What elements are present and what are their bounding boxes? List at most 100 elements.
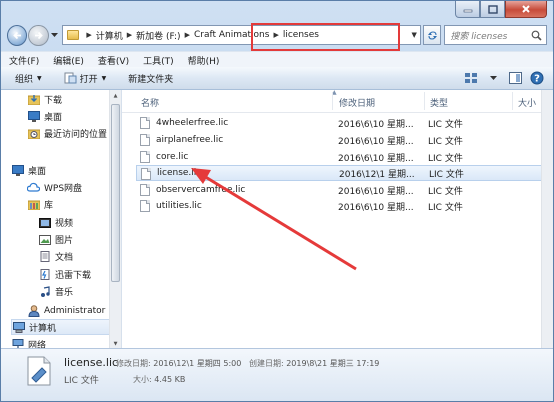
organize-label: 组织 xyxy=(15,74,34,85)
search-input[interactable]: 搜索 licenses xyxy=(444,25,547,45)
file-type: LIC 文件 xyxy=(429,169,464,180)
nav-item-label: 文档 xyxy=(55,252,74,263)
refresh-button[interactable] xyxy=(422,25,442,45)
open-button[interactable]: 打开 ▼ xyxy=(64,72,106,85)
back-button[interactable] xyxy=(7,24,28,46)
explorer-window: ▶ 计算机 ▶ 新加卷 (F:) ▶ Craft Animations ▶ li… xyxy=(0,0,554,402)
address-history-dropdown[interactable]: ▼ xyxy=(412,31,417,39)
maximize-button[interactable] xyxy=(480,1,505,18)
breadcrumb-computer[interactable]: 计算机 xyxy=(96,29,123,42)
breadcrumb-separator[interactable]: ▶ xyxy=(86,31,91,39)
nav-item-label: 视频 xyxy=(55,218,74,229)
file-icon xyxy=(141,168,151,180)
column-divider[interactable] xyxy=(332,92,333,110)
file-large-icon xyxy=(27,356,51,386)
column-divider[interactable] xyxy=(512,92,513,110)
breadcrumb-separator[interactable]: ▶ xyxy=(185,31,190,39)
file-date: 2016\6\10 星期... xyxy=(338,136,414,147)
recent-pages-dropdown[interactable] xyxy=(50,25,60,46)
file-icon xyxy=(140,117,150,129)
nav-item-label: WPS网盘 xyxy=(44,183,83,194)
details-size: 大小: 4.45 KB xyxy=(133,374,185,385)
file-name: license.lic xyxy=(157,168,202,178)
nav-item-desktop[interactable]: 桌面 xyxy=(11,162,46,178)
nav-item-documents[interactable]: 文档 xyxy=(38,248,73,264)
nav-scrollbar[interactable]: ▲ ▼ xyxy=(109,90,121,349)
nav-item-thunder-downloads[interactable]: 迅雷下载 xyxy=(38,266,91,282)
file-row-selected[interactable]: license.lic 2016\12\1 星期... LIC 文件 xyxy=(136,165,552,181)
breadcrumb-separator[interactable]: ▶ xyxy=(127,31,132,39)
file-date: 2016\6\10 星期... xyxy=(338,153,414,164)
nav-item-administrator[interactable]: Administrator xyxy=(27,303,105,319)
new-folder-button[interactable]: 新建文件夹 xyxy=(128,72,173,85)
desktop-icon xyxy=(27,110,40,122)
file-name: utilities.lic xyxy=(156,201,202,211)
column-divider[interactable] xyxy=(424,92,425,110)
nav-item-music[interactable]: 音乐 xyxy=(38,283,73,299)
nav-item-recent-places[interactable]: 最近访问的位置 xyxy=(27,125,107,141)
view-options-dropdown[interactable] xyxy=(485,70,501,86)
modified-value: 2016\12\1 星期四 5:00 xyxy=(153,359,242,368)
file-icon xyxy=(140,134,150,146)
view-list-icon xyxy=(465,73,477,83)
file-name: airplanefree.lic xyxy=(156,135,224,145)
minimize-button[interactable] xyxy=(455,1,480,18)
nav-item-label: 下载 xyxy=(44,95,63,106)
file-type: LIC 文件 xyxy=(428,153,463,164)
content-area: 下载 桌面 最近访问的位置 桌面 WPS网盘 库 视频 图片 文档 迅雷下载 音… xyxy=(1,89,553,351)
file-icon xyxy=(140,151,150,163)
menu-edit[interactable]: 编辑(E) xyxy=(53,54,84,67)
file-row[interactable]: utilities.lic 2016\6\10 星期... LIC 文件 xyxy=(136,198,552,214)
breadcrumb-drive[interactable]: 新加卷 (F:) xyxy=(136,29,180,42)
details-pane: license.lic LIC 文件 修改日期: 2016\12\1 星期四 5… xyxy=(1,348,553,401)
column-header-date[interactable]: 修改日期 xyxy=(339,96,375,109)
change-view-button[interactable] xyxy=(463,70,479,86)
menu-tools[interactable]: 工具(T) xyxy=(143,54,174,67)
menu-help[interactable]: 帮助(H) xyxy=(188,54,220,67)
file-row[interactable]: 4wheelerfree.lic 2016\6\10 星期... LIC 文件 xyxy=(136,115,552,131)
nav-item-downloads[interactable]: 下载 xyxy=(27,91,62,107)
close-button[interactable] xyxy=(505,1,547,18)
search-icon xyxy=(531,30,542,41)
nav-item-computer[interactable]: 计算机 xyxy=(11,319,120,335)
file-row[interactable]: airplanefree.lic 2016\6\10 星期... LIC 文件 xyxy=(136,132,552,148)
nav-item-pictures[interactable]: 图片 xyxy=(38,231,73,247)
details-file-name: license.lic xyxy=(64,356,119,369)
modified-label: 修改日期: xyxy=(116,359,151,368)
column-header-name[interactable]: 名称 xyxy=(141,96,159,109)
file-icon xyxy=(140,200,150,212)
column-header-size[interactable]: 大小 xyxy=(518,96,536,109)
computer-icon xyxy=(12,321,25,333)
nav-item-videos[interactable]: 视频 xyxy=(38,214,73,230)
new-folder-label: 新建文件夹 xyxy=(128,74,174,85)
menu-view[interactable]: 查看(V) xyxy=(98,54,129,67)
help-button[interactable]: ? xyxy=(529,70,545,86)
nav-item-wps-cloud[interactable]: WPS网盘 xyxy=(27,179,82,195)
music-library-icon xyxy=(38,285,51,297)
column-header-type[interactable]: 类型 xyxy=(430,96,448,109)
menu-file[interactable]: 文件(F) xyxy=(9,54,39,67)
file-list-scrollbar[interactable] xyxy=(541,90,553,349)
file-row[interactable]: core.lic 2016\6\10 星期... LIC 文件 xyxy=(136,149,552,165)
file-date: 2016\6\10 星期... xyxy=(338,186,414,197)
address-bar[interactable]: ▶ 计算机 ▶ 新加卷 (F:) ▶ Craft Animations ▶ li… xyxy=(62,23,421,51)
documents-library-icon xyxy=(38,250,51,262)
address-row: ▶ 计算机 ▶ 新加卷 (F:) ▶ Craft Animations ▶ li… xyxy=(7,23,547,51)
nav-item-label: 图片 xyxy=(55,235,74,246)
forward-button[interactable] xyxy=(28,24,49,46)
nav-item-label: 库 xyxy=(44,200,54,211)
view-controls: ? xyxy=(457,70,545,86)
nav-scrollbar-thumb[interactable] xyxy=(111,104,120,282)
file-name: core.lic xyxy=(156,152,189,162)
file-date: 2016\6\10 星期... xyxy=(338,202,414,213)
nav-item-desktop-favorite[interactable]: 桌面 xyxy=(27,108,62,124)
thunder-download-icon xyxy=(38,268,51,280)
scroll-up-arrow[interactable]: ▲ xyxy=(110,90,121,101)
nav-item-libraries[interactable]: 库 xyxy=(27,196,53,212)
preview-pane-button[interactable] xyxy=(507,70,523,86)
organize-button[interactable]: 组织 ▼ xyxy=(15,72,42,85)
chevron-down-icon xyxy=(489,75,497,80)
menu-bar: 文件(F) 编辑(E) 查看(V) 工具(T) 帮助(H) xyxy=(1,51,553,68)
file-type: LIC 文件 xyxy=(428,202,463,213)
file-row[interactable]: observercamfree.lic 2016\6\10 星期... LIC … xyxy=(136,182,552,198)
